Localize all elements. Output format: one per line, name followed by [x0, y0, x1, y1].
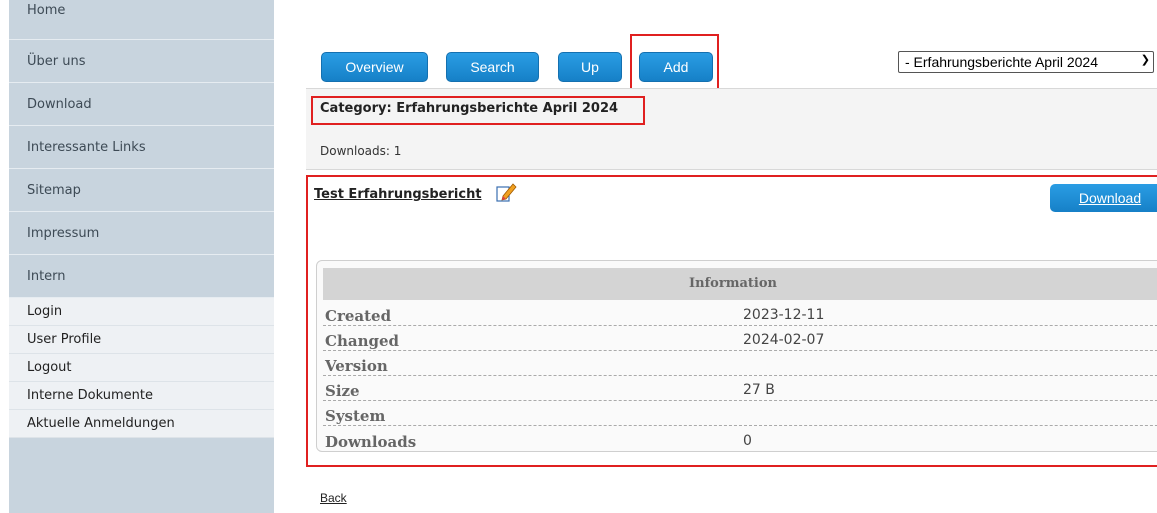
- subnav-item-login[interactable]: Login: [9, 298, 274, 326]
- subnav-item-user-profile[interactable]: User Profile: [9, 326, 274, 354]
- subnav-item-logout[interactable]: Logout: [9, 354, 274, 382]
- main-content: Overview Search Up Add - Erfahrungsberic…: [306, 0, 1157, 513]
- category-select[interactable]: - Erfahrungsberichte April 2024 ❯: [898, 51, 1154, 73]
- nav-item-impressum[interactable]: Impressum: [9, 212, 274, 255]
- up-button[interactable]: Up: [558, 52, 622, 82]
- nav-item-download[interactable]: Download: [9, 83, 274, 126]
- subnav-item-interne-dokumente[interactable]: Interne Dokumente: [9, 382, 274, 410]
- category-select-value: - Erfahrungsberichte April 2024: [905, 54, 1098, 70]
- nav-item-sitemap[interactable]: Sitemap: [9, 169, 274, 212]
- nav-item-ueber-uns[interactable]: Über uns: [9, 40, 274, 83]
- nav-item-intern[interactable]: Intern: [9, 255, 274, 298]
- overview-button[interactable]: Overview: [321, 52, 428, 82]
- back-link[interactable]: Back: [320, 491, 347, 505]
- nav-item-home[interactable]: Home: [9, 0, 274, 40]
- sidebar: Home Über uns Download Interessante Link…: [9, 0, 274, 513]
- subnav-item-aktuelle-anmeldungen[interactable]: Aktuelle Anmeldungen: [9, 410, 274, 438]
- category-title-highlight: [311, 96, 645, 125]
- downloads-count: Downloads: 1: [320, 144, 402, 158]
- entry-highlight: [306, 175, 1157, 467]
- nav-item-interessante-links[interactable]: Interessante Links: [9, 126, 274, 169]
- search-button[interactable]: Search: [446, 52, 539, 82]
- chevron-down-icon: ❯: [1140, 54, 1150, 66]
- intern-subnav: Login User Profile Logout Interne Dokume…: [9, 298, 274, 438]
- add-button-highlight: [630, 34, 719, 90]
